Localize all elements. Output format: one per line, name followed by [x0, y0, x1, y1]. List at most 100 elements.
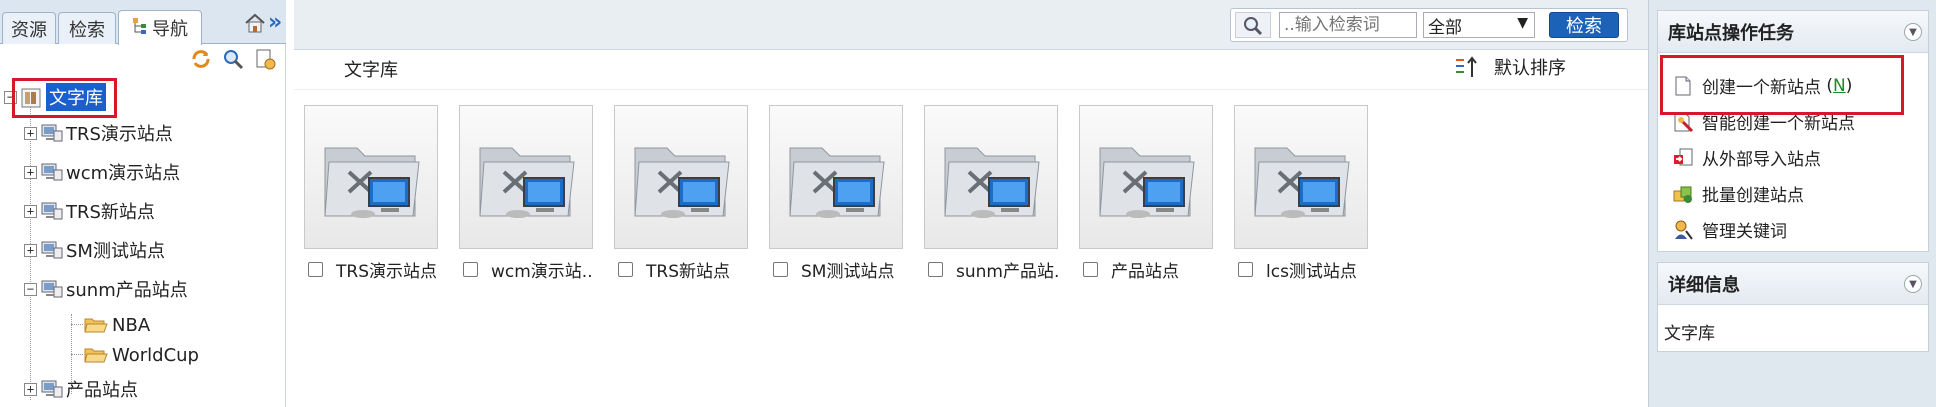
site-icon: [40, 162, 64, 182]
task-label: 管理关键词: [1702, 222, 1787, 242]
folder-computer-icon: [634, 147, 730, 218]
site-thumbnail[interactable]: [769, 105, 903, 249]
site-checkbox[interactable]: [463, 262, 478, 277]
site-thumbnail[interactable]: [1079, 105, 1213, 249]
breadcrumb: 文字库: [344, 60, 398, 81]
tree-node-label: sunm产品站点: [66, 280, 188, 301]
folder-computer-icon: [1099, 147, 1195, 218]
site-name: lcs测试站点: [1266, 262, 1357, 282]
site-name: wcm演示站..: [491, 262, 593, 282]
site-name: 产品站点: [1111, 262, 1179, 282]
site-card-label: TRS演示站点: [308, 257, 448, 282]
tree-node-label: TRS新站点: [66, 202, 155, 223]
tree-site-node[interactable]: + 产品站点: [24, 376, 138, 402]
collapse-chevron-icon[interactable]: ▼: [1904, 23, 1922, 41]
tab-label: 资源: [11, 19, 47, 41]
folder-computer-icon: [324, 147, 420, 218]
site-icon: [40, 279, 64, 299]
expand-toggle[interactable]: +: [24, 243, 37, 257]
site-name: SM测试站点: [801, 262, 895, 282]
site-card-label: lcs测试站点: [1238, 257, 1378, 282]
site-checkbox[interactable]: [1083, 262, 1098, 277]
search-icon[interactable]: [1235, 12, 1271, 38]
folder-computer-icon: [944, 147, 1040, 218]
site-thumbnail[interactable]: [459, 105, 593, 249]
site-checkbox[interactable]: [1238, 262, 1253, 277]
sort-label: 默认排序: [1494, 58, 1566, 79]
search-input[interactable]: [1279, 12, 1417, 38]
expand-toggle[interactable]: +: [24, 126, 37, 140]
search-button[interactable]: 检索: [1549, 12, 1619, 38]
expand-toggle[interactable]: +: [24, 165, 37, 179]
sort-control[interactable]: 默认排序: [1454, 54, 1566, 80]
tree-channel-node[interactable]: WorldCup: [84, 342, 199, 368]
main-content: 全部 ▼ 检索 文字库 默认排序 TRS演示站点 wcm演示站.. TRS: [294, 0, 1648, 407]
tree-node-label: wcm演示站点: [66, 163, 181, 184]
tree-site-node[interactable]: + wcm演示站点: [24, 159, 180, 185]
task-label: 批量创建站点: [1702, 186, 1804, 206]
task-batch-create-sites[interactable]: 批量创建站点: [1672, 181, 1804, 206]
site-tasks-header[interactable]: 库站点操作任务 ▼: [1658, 11, 1928, 53]
tab-resources[interactable]: 资源: [2, 12, 56, 44]
tab-label: 检索: [69, 19, 105, 41]
search-button-label: 检索: [1566, 16, 1602, 37]
folder-open-icon: [84, 316, 108, 334]
search-toolbar: 全部 ▼ 检索: [294, 0, 1648, 50]
collapse-toggle[interactable]: −: [24, 282, 37, 296]
folder-computer-icon: [479, 147, 575, 218]
batch-create-icon: [1672, 183, 1694, 205]
tree-node-label: SM测试站点: [66, 241, 165, 262]
find-icon[interactable]: [222, 48, 244, 70]
keyword-icon: [1672, 219, 1694, 241]
site-card-label: SM测试站点: [773, 257, 913, 282]
site-checkbox[interactable]: [618, 262, 633, 277]
site-checkbox[interactable]: [928, 262, 943, 277]
site-checkbox[interactable]: [308, 262, 323, 277]
home-icon[interactable]: [244, 12, 266, 34]
site-icon: [40, 123, 64, 143]
folder-computer-icon: [789, 147, 885, 218]
tree-node-label: TRS演示站点: [66, 124, 173, 145]
tree-site-node[interactable]: + TRS演示站点: [24, 120, 173, 146]
import-icon: [1672, 147, 1694, 169]
site-icon: [40, 240, 64, 260]
task-sidebar: 库站点操作任务 ▼ 创建一个新站点 (N) 智能创建一个新站点 从外部导入站点 …: [1648, 0, 1936, 407]
site-name: sunm产品站.: [956, 262, 1060, 282]
expand-toggle[interactable]: +: [24, 204, 37, 218]
refresh-icon[interactable]: [190, 48, 212, 70]
site-card-label: sunm产品站.: [928, 257, 1068, 282]
details-header[interactable]: 详细信息 ▼: [1658, 263, 1928, 305]
site-icon: [40, 201, 64, 221]
task-manage-keywords[interactable]: 管理关键词: [1672, 217, 1787, 242]
collapse-chevron-icon[interactable]: ▼: [1904, 275, 1922, 293]
site-checkbox[interactable]: [773, 262, 788, 277]
site-thumbnail[interactable]: [614, 105, 748, 249]
tab-search[interactable]: 检索: [58, 12, 116, 44]
tree-site-node[interactable]: − sunm产品站点: [24, 276, 188, 302]
site-thumbnail[interactable]: [1234, 105, 1368, 249]
site-name: TRS演示站点: [336, 262, 437, 282]
site-card-label: 产品站点: [1083, 257, 1223, 282]
tree-site-node[interactable]: + SM测试站点: [24, 237, 165, 263]
tree-toolbar: [190, 48, 276, 70]
tab-label: 导航: [152, 19, 188, 40]
tab-navigation[interactable]: 导航: [118, 10, 202, 45]
expand-toggle[interactable]: +: [24, 382, 37, 396]
site-thumbnail[interactable]: [304, 105, 438, 249]
search-box: 全部 ▼ 检索: [1230, 8, 1628, 42]
tree-nav-icon: [132, 17, 148, 40]
site-thumbnail[interactable]: [924, 105, 1058, 249]
folder-open-icon: [84, 346, 108, 364]
page-settings-icon[interactable]: [254, 48, 276, 70]
expand-chevron-icon[interactable]: »: [268, 10, 282, 35]
tree-site-node[interactable]: + TRS新站点: [24, 198, 155, 224]
site-name: TRS新站点: [646, 262, 730, 282]
task-import-site[interactable]: 从外部导入站点: [1672, 145, 1821, 170]
site-tasks-panel: 库站点操作任务 ▼ 创建一个新站点 (N) 智能创建一个新站点 从外部导入站点 …: [1657, 10, 1929, 252]
folder-computer-icon: [1254, 147, 1350, 218]
tree-channel-node[interactable]: NBA: [84, 312, 150, 338]
search-scope-select[interactable]: 全部 ▼: [1423, 12, 1535, 38]
breadcrumb-bar: 文字库 默认排序: [294, 50, 1648, 90]
site-card-label: wcm演示站..: [463, 257, 603, 282]
site-icon: [40, 379, 64, 399]
